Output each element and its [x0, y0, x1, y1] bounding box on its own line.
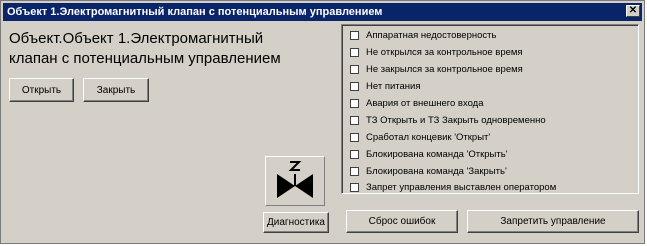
- object-heading-line-2: клапан с потенциальным управлением: [9, 50, 281, 67]
- status-flag-close-blocked[interactable]: Блокирована команда 'Закрыть': [350, 164, 507, 178]
- status-flag-label: Не открылся за контрольное время: [366, 46, 523, 58]
- status-flag-label: Блокирована команда 'Открыть': [366, 148, 508, 160]
- window-title: Объект 1.Электромагнитный клапан с потен…: [7, 6, 383, 18]
- status-flag-label: Авария от внешнего входа: [366, 97, 484, 109]
- status-flag-label: Блокирована команда 'Закрыть': [366, 165, 507, 177]
- object-heading: Объект.Объект 1.Электромагнитный клапан …: [9, 29, 329, 69]
- status-flag-operator-lock[interactable]: Запрет управления выставлен оператором: [350, 180, 556, 194]
- status-checkbox[interactable]: [350, 98, 359, 108]
- status-checkbox[interactable]: [350, 64, 359, 74]
- forbid-control-button[interactable]: Запретить управление: [467, 210, 639, 233]
- status-checkbox[interactable]: [350, 81, 359, 91]
- reset-errors-button[interactable]: Сброс ошибок: [346, 210, 458, 233]
- status-flag-open-timeout[interactable]: Не открылся за контрольное время: [350, 45, 523, 59]
- status-checkbox[interactable]: [350, 149, 359, 159]
- valve-left-triangle: [277, 174, 295, 198]
- status-flag-simultaneous-commands[interactable]: ТЗ Открыть и ТЗ Закрыть одновременно: [350, 113, 546, 127]
- object-heading-line-1: Объект.Объект 1.Электромагнитный: [9, 30, 264, 47]
- status-flag-hardware-invalid[interactable]: Аппаратная недостоверность: [350, 28, 496, 42]
- solenoid-valve-icon: [277, 161, 313, 198]
- title-bar[interactable]: Объект 1.Электромагнитный клапан с потен…: [3, 3, 642, 21]
- status-checkbox[interactable]: [350, 182, 359, 192]
- status-checkbox[interactable]: [350, 132, 359, 142]
- status-checkbox[interactable]: [350, 115, 359, 125]
- status-flag-label: ТЗ Открыть и ТЗ Закрыть одновременно: [366, 114, 546, 126]
- status-flag-external-alarm[interactable]: Авария от внешнего входа: [350, 96, 484, 110]
- valve-right-triangle: [295, 174, 313, 198]
- status-flag-label: Сработал концевик 'Открыт': [366, 131, 491, 143]
- status-flag-label: Не закрылся за контрольное время: [366, 63, 523, 75]
- valve-symbol-frame[interactable]: [265, 156, 325, 206]
- status-flag-no-power[interactable]: Нет питания: [350, 79, 421, 93]
- status-flag-open-blocked[interactable]: Блокирована команда 'Открыть': [350, 147, 508, 161]
- status-flag-label: Аппаратная недостоверность: [366, 29, 497, 41]
- status-checkbox[interactable]: [350, 166, 359, 176]
- status-checkbox[interactable]: [350, 47, 359, 57]
- close-valve-button[interactable]: Закрыть: [83, 78, 149, 102]
- close-button[interactable]: ✕: [626, 5, 640, 17]
- solenoid-coil: [288, 161, 302, 171]
- open-button[interactable]: Открыть: [9, 78, 74, 102]
- valve-control-window: Объект 1.Электромагнитный клапан с потен…: [0, 0, 645, 244]
- status-flag-close-timeout[interactable]: Не закрылся за контрольное время: [350, 62, 523, 76]
- status-flags-panel: Аппаратная недостоверность Не открылся з…: [341, 24, 639, 194]
- status-flag-label: Нет питания: [366, 80, 421, 92]
- diagnostics-button[interactable]: Диагностика: [263, 212, 329, 233]
- status-checkbox[interactable]: [350, 30, 359, 40]
- status-flag-open-limit-switch[interactable]: Сработал концевик 'Открыт': [350, 130, 490, 144]
- status-flag-label: Запрет управления выставлен оператором: [366, 181, 557, 193]
